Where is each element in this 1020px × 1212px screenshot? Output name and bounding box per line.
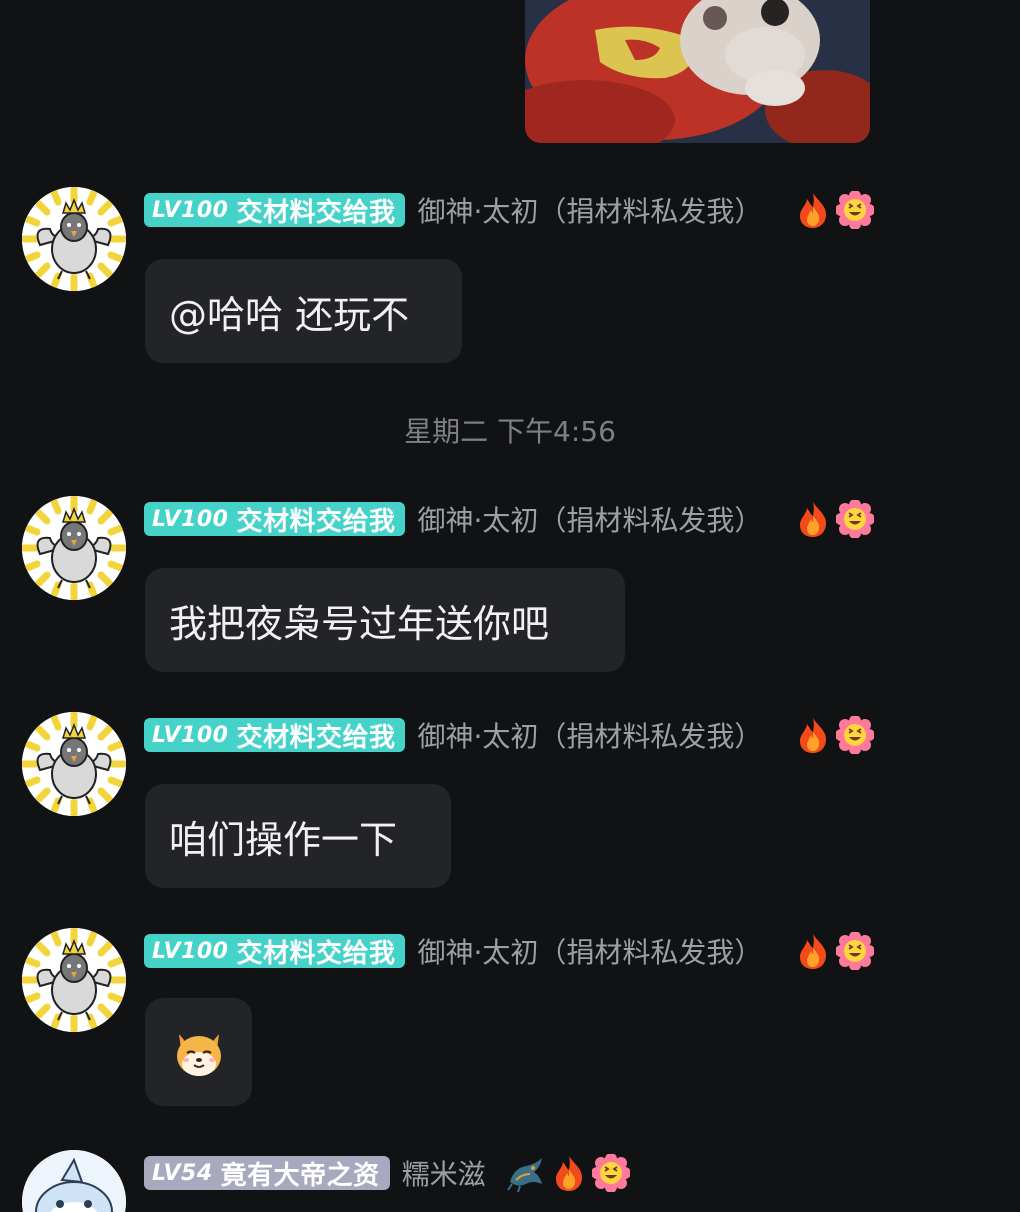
badge-title: 交材料交给我 [236, 722, 396, 753]
pigeon-king-avatar-icon [22, 928, 126, 1032]
nickname[interactable]: 御神·太初（捐材料私发我） [417, 190, 762, 230]
level-badge[interactable]: LV100 交材料交给我 [144, 718, 406, 753]
message-text: 咱们操作一下 [169, 817, 398, 862]
message-bubble[interactable]: @哈哈 还玩不 [145, 259, 462, 363]
message-bubble[interactable]: 我把夜枭号过年送你吧 [145, 568, 625, 672]
user-icons [796, 191, 875, 229]
message-meta: LV100 交材料交给我 御神·太初（捐材料私发我） [144, 931, 875, 971]
nickname[interactable]: 糯米滋 [402, 1153, 486, 1193]
nickname[interactable]: 御神·太初（捐材料私发我） [417, 715, 762, 755]
level-label: LV100 [152, 506, 229, 532]
flower-emoji-icon [836, 191, 875, 229]
image-message[interactable] [525, 0, 870, 143]
level-label: LV100 [152, 938, 229, 964]
badge-title: 交材料交给我 [236, 938, 396, 969]
nickname[interactable]: 御神·太初（捐材料私发我） [417, 499, 762, 539]
avatar[interactable] [22, 1150, 126, 1212]
flower-emoji-icon [836, 932, 875, 970]
sticker-bubble[interactable] [145, 998, 252, 1106]
level-label: LV100 [152, 722, 229, 748]
user-icons [796, 716, 875, 754]
level-badge[interactable]: LV100 交材料交给我 [144, 193, 406, 228]
message-meta: LV54 竟有大帝之资 糯米滋 [144, 1153, 630, 1193]
nickname[interactable]: 御神·太初（捐材料私发我） [417, 931, 762, 971]
chat-screen: LV100 交材料交给我 御神·太初（捐材料私发我） @哈哈 还玩不 星期二 下… [0, 0, 1020, 1212]
avatar[interactable] [22, 928, 126, 1032]
fire-icon [555, 1156, 582, 1191]
message-bubble[interactable]: 咱们操作一下 [145, 784, 451, 888]
flower-emoji-icon [836, 500, 875, 538]
fire-icon [800, 934, 827, 969]
badge-title: 竟有大帝之资 [220, 1160, 380, 1191]
shark-avatar-icon [22, 1150, 126, 1212]
badge-title: 交材料交给我 [236, 197, 396, 228]
pigeon-king-avatar-icon [22, 187, 126, 291]
fire-icon [800, 193, 827, 228]
level-badge[interactable]: LV100 交材料交给我 [144, 934, 406, 969]
pigeon-king-avatar-icon [22, 496, 126, 600]
badge-title: 交材料交给我 [236, 506, 396, 537]
flower-emoji-icon [836, 716, 875, 754]
message-meta: LV100 交材料交给我 御神·太初（捐材料私发我） [144, 499, 875, 539]
fire-icon [800, 502, 827, 537]
fire-icon [800, 718, 827, 753]
user-icons [506, 1154, 630, 1192]
level-label: LV100 [152, 197, 229, 223]
pigeon-king-avatar-icon [22, 712, 126, 816]
level-label: LV54 [152, 1160, 213, 1186]
user-icons [796, 932, 875, 970]
video-thumbnail-icon [525, 0, 870, 143]
flower-emoji-icon [591, 1154, 630, 1192]
message-meta: LV100 交材料交给我 御神·太初（捐材料私发我） [144, 715, 875, 755]
level-badge[interactable]: LV100 交材料交给我 [144, 502, 406, 537]
message-text: 我把夜枭号过年送你吧 [169, 601, 550, 646]
avatar[interactable] [22, 187, 126, 291]
user-icons [796, 500, 875, 538]
message-meta: LV100 交材料交给我 御神·太初（捐材料私发我） [144, 190, 875, 230]
timestamp-divider: 星期二 下午4:56 [404, 415, 616, 448]
level-badge[interactable]: LV54 竟有大帝之资 [144, 1156, 390, 1191]
shiba-dog-sticker-icon [176, 1034, 221, 1076]
message-text: @哈哈 还玩不 [169, 292, 410, 337]
avatar[interactable] [22, 712, 126, 816]
avatar[interactable] [22, 496, 126, 600]
dragon-icon [506, 1158, 542, 1192]
